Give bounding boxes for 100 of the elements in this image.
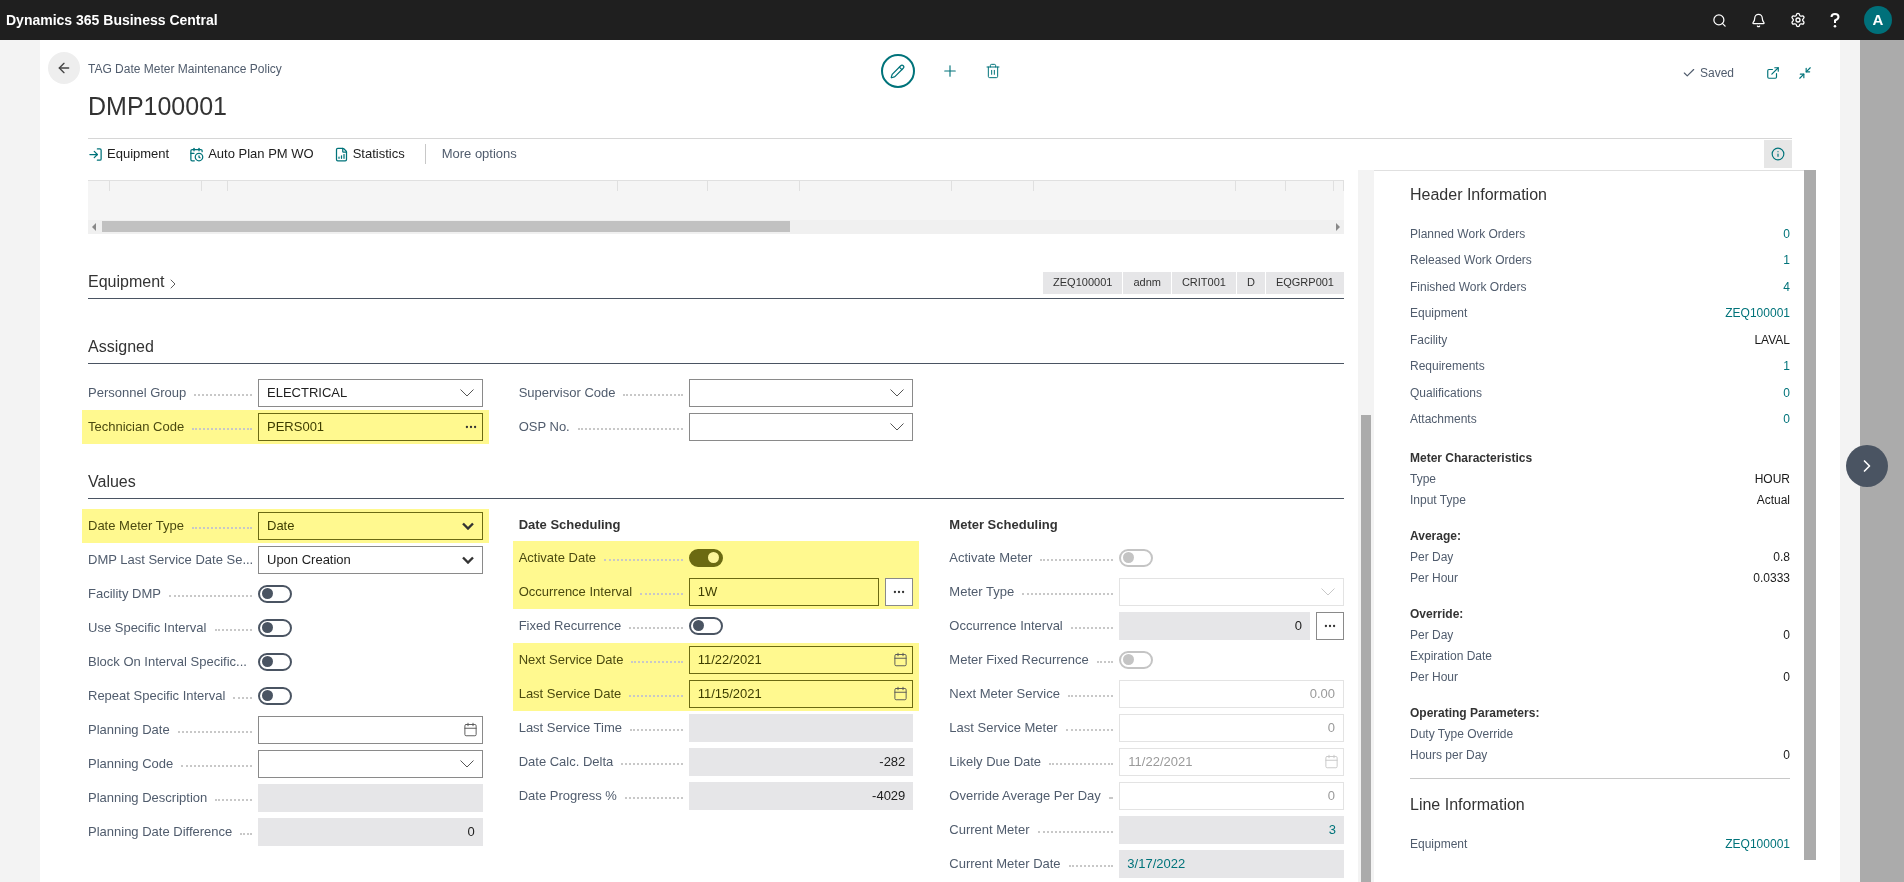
field-label: Planning Date Difference bbox=[88, 822, 233, 841]
settings-icon[interactable] bbox=[1790, 12, 1806, 28]
field-label: Next Service Date bbox=[518, 650, 624, 669]
field-label: Activate Date bbox=[518, 548, 596, 567]
field-label: OSP No. bbox=[518, 417, 570, 436]
info-icon bbox=[1771, 147, 1785, 161]
factbox-subheading: Average: bbox=[1410, 527, 1462, 545]
field-label: Last Service Time bbox=[518, 718, 622, 737]
factbox-link[interactable]: 1 bbox=[1783, 357, 1790, 376]
pencil-icon bbox=[890, 63, 906, 79]
field-label: Meter Type bbox=[949, 582, 1015, 601]
factbox-label: Per Hour bbox=[1410, 570, 1459, 587]
more-button[interactable] bbox=[885, 577, 914, 606]
factbox-value: 0 bbox=[1783, 627, 1790, 644]
field-label: DMP Last Service Date Se... bbox=[88, 550, 254, 569]
info-button[interactable] bbox=[1764, 140, 1792, 168]
group-heading: Date Scheduling bbox=[518, 515, 622, 534]
field-label: Planning Description bbox=[88, 788, 208, 807]
dropdown-field[interactable]: Upon Creation bbox=[258, 545, 483, 574]
calendar-icon bbox=[893, 686, 909, 701]
factbox-link[interactable]: ZEQ100001 bbox=[1725, 834, 1790, 853]
field-label: Repeat Specific Interval bbox=[88, 686, 226, 705]
input-field[interactable]: 1W bbox=[688, 577, 880, 606]
field-label: Last Service Date bbox=[518, 684, 622, 703]
readonly-field: 3 bbox=[1119, 815, 1344, 844]
field-label: Supervisor Code bbox=[518, 383, 616, 402]
dropdown-field[interactable]: Date bbox=[258, 511, 483, 540]
field-label: Next Meter Service bbox=[949, 684, 1060, 703]
delete-icon[interactable] bbox=[984, 63, 1001, 79]
toggle-switch[interactable] bbox=[688, 616, 723, 635]
avatar[interactable]: A bbox=[1864, 6, 1892, 34]
calendar-icon bbox=[1324, 754, 1339, 769]
field-label: Current Meter Date bbox=[949, 854, 1061, 873]
toggle-switch[interactable] bbox=[258, 686, 292, 705]
factbox-label: Qualifications bbox=[1410, 384, 1483, 402]
dropdown-field[interactable]: ELECTRICAL bbox=[258, 378, 483, 407]
factbox-label: Facility bbox=[1410, 331, 1448, 349]
toggle-switch[interactable] bbox=[258, 584, 292, 603]
factbox-label: Expiration Date bbox=[1410, 648, 1493, 665]
toggle-switch[interactable] bbox=[258, 652, 292, 671]
more-button[interactable] bbox=[1316, 611, 1344, 640]
check-icon bbox=[1681, 66, 1696, 80]
factbox-link[interactable]: 0 bbox=[1783, 383, 1790, 402]
summary-tag: D bbox=[1235, 271, 1265, 294]
factbox-value: HOUR bbox=[1754, 471, 1790, 488]
next-button[interactable] bbox=[1846, 445, 1888, 487]
record-title: DMP100001 bbox=[88, 91, 228, 122]
factbox-link[interactable]: ZEQ100001 bbox=[1725, 304, 1790, 323]
chevron-down-icon bbox=[461, 521, 474, 530]
factbox-label: Type bbox=[1410, 471, 1436, 488]
app-title: Dynamics 365 Business Central bbox=[6, 10, 218, 30]
readonly-field: -4029 bbox=[688, 781, 914, 810]
section-title[interactable]: Equipment bbox=[88, 269, 165, 294]
chevron-down-icon bbox=[461, 555, 474, 564]
more-options-button[interactable]: More options bbox=[441, 144, 517, 164]
field-label: Current Meter bbox=[949, 820, 1030, 839]
calendar-input[interactable]: 11/22/2021 bbox=[688, 645, 914, 674]
help-icon[interactable] bbox=[1830, 12, 1840, 28]
factbox-title: Header Information bbox=[1410, 184, 1548, 205]
chevron-down-icon bbox=[459, 388, 474, 397]
factbox-value: LAVAL bbox=[1754, 331, 1790, 349]
field-label: Occurrence Interval bbox=[518, 582, 633, 601]
bell-icon[interactable] bbox=[1751, 12, 1766, 28]
edit-button[interactable] bbox=[880, 54, 915, 88]
group-heading: Meter Scheduling bbox=[949, 515, 1059, 534]
chevron-down-icon bbox=[459, 759, 474, 768]
action-button[interactable]: Equipment bbox=[88, 144, 170, 164]
factbox-link[interactable]: 4 bbox=[1783, 277, 1790, 296]
lookup-field[interactable]: PERS001 bbox=[258, 412, 483, 441]
factbox-link[interactable]: 1 bbox=[1783, 251, 1790, 270]
report-icon bbox=[333, 146, 349, 162]
field-label: Meter Fixed Recurrence bbox=[949, 650, 1089, 669]
enter-icon bbox=[88, 146, 103, 162]
field-label: Planning Date bbox=[88, 720, 170, 739]
dropdown-field[interactable] bbox=[258, 749, 483, 778]
open-new-window-icon[interactable] bbox=[1766, 66, 1780, 80]
factbox-link[interactable]: 0 bbox=[1783, 224, 1790, 243]
field-label: Date Progress % bbox=[518, 786, 617, 805]
action-button[interactable]: Auto Plan PM WO bbox=[189, 144, 314, 164]
collapse-icon[interactable] bbox=[1798, 66, 1812, 80]
factbox-label: Attachments bbox=[1410, 411, 1477, 429]
dropdown-field[interactable] bbox=[688, 412, 914, 441]
field-label: Facility DMP bbox=[88, 584, 161, 603]
dropdown-field[interactable] bbox=[688, 378, 914, 407]
back-button[interactable] bbox=[48, 52, 80, 84]
search-icon[interactable] bbox=[1712, 12, 1727, 28]
factbox-link[interactable]: 0 bbox=[1783, 410, 1790, 429]
toggle-switch[interactable] bbox=[258, 618, 292, 637]
toggle-switch[interactable] bbox=[688, 548, 723, 567]
calendar-input[interactable]: 11/15/2021 bbox=[688, 679, 914, 708]
vertical-scrollbar[interactable] bbox=[1361, 414, 1371, 882]
factbox-scrollbar[interactable] bbox=[1804, 169, 1816, 860]
calendar-input[interactable] bbox=[258, 715, 483, 744]
field-label: Use Specific Interval bbox=[88, 618, 207, 637]
factbox-label: Equipment bbox=[1410, 835, 1468, 853]
factbox-label: Duty Type Override bbox=[1410, 726, 1514, 743]
factbox-label: Hours per Day bbox=[1410, 747, 1488, 764]
field-label: Activate Meter bbox=[949, 548, 1033, 567]
action-button[interactable]: Statistics bbox=[333, 144, 405, 164]
factbox-subheading: Operating Parameters: bbox=[1410, 704, 1541, 722]
